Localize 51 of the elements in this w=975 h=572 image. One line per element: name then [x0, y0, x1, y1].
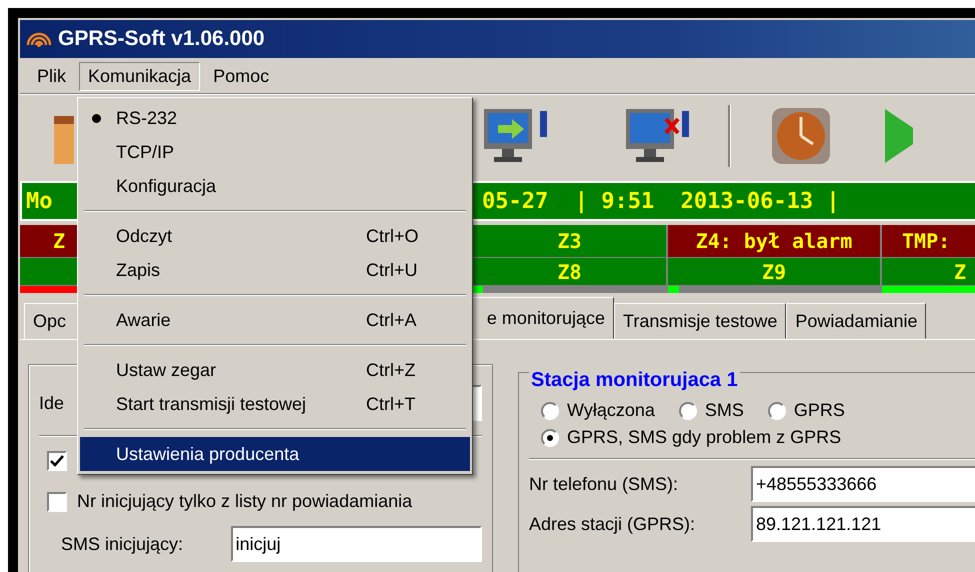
input-field[interactable]: +48555333666 — [751, 466, 975, 502]
menu-item[interactable]: RS-232 — [80, 101, 470, 135]
tab[interactable]: Powiadamianie — [786, 303, 926, 339]
field-label: Adres stacji (GPRS): — [529, 514, 696, 534]
status-text: 05-27 | 9:51 2013-06-13 | — [482, 188, 840, 214]
field-label: Nr telefonu (SMS): — [529, 474, 680, 494]
checkbox[interactable] — [47, 451, 67, 471]
zone-cell: Z4: był alarm — [668, 225, 882, 258]
menu-label: Odczyt — [116, 226, 172, 246]
zone-cell: Z8 — [473, 258, 668, 286]
zone-cell: TMP: — [882, 225, 975, 258]
menu-item[interactable]: Ustaw zegar Ctrl+Z — [80, 353, 470, 387]
shortcut-text: Ctrl+U — [366, 260, 419, 280]
shortcut-text: Ctrl+Z — [366, 360, 416, 380]
menu-item[interactable]: Ustawienia producenta — [80, 437, 470, 471]
radio-option[interactable]: Wyłączona — [541, 400, 655, 421]
menu-item[interactable]: TCP/IP — [80, 135, 470, 169]
menu-item[interactable]: Konfiguracja — [80, 169, 470, 203]
tab[interactable]: Transmisje testowe — [614, 303, 786, 339]
clock-icon[interactable] — [771, 107, 831, 165]
menu-label: Awarie — [116, 310, 171, 330]
menu-item[interactable]: Start transmisji testowej Ctrl+T — [80, 387, 470, 421]
status-text: Mo — [26, 188, 52, 214]
radio-option[interactable]: SMS — [678, 400, 744, 421]
group-title: Stacja monitorujaca 1 — [529, 369, 740, 392]
input-field[interactable]: inicjuj — [230, 526, 482, 562]
zone-cell: Z3 — [473, 225, 668, 258]
menu-label: Ustaw zegar — [116, 360, 216, 380]
menu-item[interactable]: Pomoc — [204, 62, 278, 90]
radio-option[interactable]: GPRS, SMS gdy problem z GPRS — [541, 427, 842, 448]
menu-label: TCP/IP — [116, 142, 174, 162]
shortcut-text: Ctrl+T — [366, 394, 416, 414]
menu-label: Konfiguracja — [116, 176, 216, 196]
checkbox-label: Nr inicjujący tylko z listy nr powiadamiania — [77, 491, 412, 512]
menu-item[interactable]: Awarie Ctrl+A — [80, 303, 470, 337]
field-label: SMS inicjujący: — [61, 534, 184, 554]
field-label: Ide — [39, 392, 64, 414]
shortcut-text: Ctrl+O — [366, 226, 420, 246]
checkbox[interactable] — [47, 492, 67, 512]
menu-item[interactable]: Plik — [28, 62, 76, 90]
menu-label: RS-232 — [116, 108, 178, 128]
menu-label: Zapis — [116, 260, 160, 280]
zone-cell: Z — [882, 258, 975, 286]
zone-cell: Z9 — [668, 258, 882, 286]
radio-option[interactable]: GPRS — [768, 400, 845, 421]
menu-item[interactable]: Komunikacja — [79, 62, 200, 90]
menu-label: Ustawienia producenta — [116, 444, 300, 464]
input-field[interactable]: 89.121.121.121 — [751, 506, 975, 542]
shortcut-text: Ctrl+A — [366, 310, 418, 330]
menu-label: Start transmisji testowej — [116, 394, 306, 414]
window-title: GPRS-Soft v1.06.000 — [58, 27, 265, 51]
